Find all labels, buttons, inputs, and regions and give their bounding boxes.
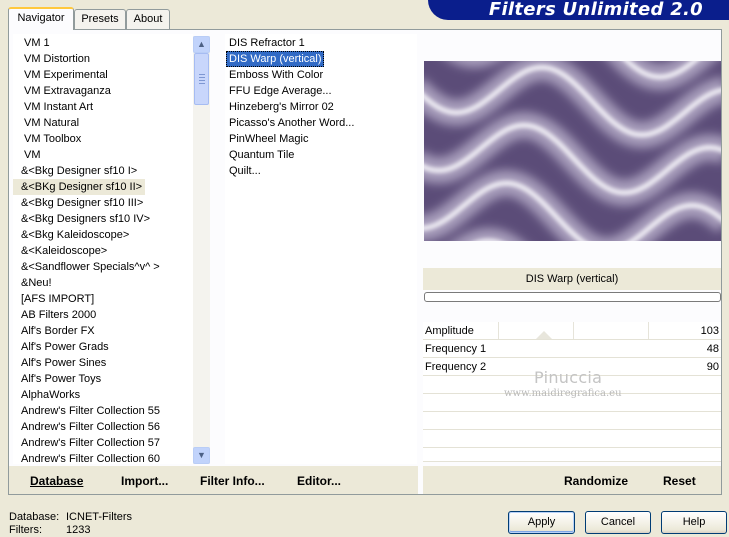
category-item[interactable]: Andrew's Filter Collection 57 <box>13 435 163 451</box>
category-item[interactable]: &<BKg Designer sf10 II> <box>13 179 146 195</box>
reset-button[interactable]: Reset <box>663 474 696 488</box>
category-item[interactable]: Alf's Power Grads <box>13 339 112 355</box>
param-value: 48 <box>706 343 719 355</box>
param-row-empty <box>423 448 721 462</box>
warp-preview-graphic <box>424 61 721 241</box>
category-item[interactable]: Alf's Border FX <box>13 323 98 339</box>
category-item[interactable]: Andrew's Filter Collection 56 <box>13 419 163 435</box>
category-item[interactable]: Alf's Power Toys <box>13 371 104 387</box>
tab-about[interactable]: About <box>126 9 170 29</box>
app-title-banner: Filters Unlimited 2.0 <box>428 0 729 20</box>
category-item[interactable]: VM Natural <box>13 115 82 131</box>
category-item[interactable]: &<Bkg Designers sf10 IV> <box>13 211 153 227</box>
param-row-empty <box>423 430 721 448</box>
tab-navigator[interactable]: Navigator <box>8 7 74 30</box>
param-value: 90 <box>706 361 719 373</box>
filter-item[interactable]: FFU Edge Average... <box>226 83 334 99</box>
param-label: Frequency 2 <box>425 361 487 373</box>
chevron-down-icon: ▼ <box>197 450 206 460</box>
category-item[interactable]: &<Bkg Designer sf10 I> <box>13 163 140 179</box>
category-item[interactable]: VM Experimental <box>13 67 111 83</box>
param-label: Amplitude <box>425 325 474 337</box>
scroll-down-button[interactable]: ▼ <box>193 447 210 464</box>
category-item[interactable]: Andrew's Filter Collection 60 <box>13 451 163 464</box>
filter-item[interactable]: Picasso's Another Word... <box>226 115 356 131</box>
category-item[interactable]: VM Toolbox <box>13 131 84 147</box>
editor-button[interactable]: Editor... <box>297 474 341 488</box>
category-item[interactable]: AB Filters 2000 <box>13 307 99 323</box>
category-item[interactable]: VM Distortion <box>13 51 93 67</box>
filter-item[interactable]: Hinzeberg's Mirror 02 <box>226 99 336 115</box>
category-item[interactable]: Andrew's Filter Collection 55 <box>13 403 163 419</box>
filter-list[interactable]: DIS Refractor 1 DIS Warp (vertical) Emboss… <box>225 34 417 464</box>
randomize-button[interactable]: Randomize <box>564 474 628 488</box>
filter-info-button[interactable]: Filter Info... <box>200 474 265 488</box>
scroll-up-button[interactable]: ▲ <box>193 36 210 53</box>
apply-button[interactable]: Apply <box>508 511 575 534</box>
filter-item[interactable]: DIS Refractor 1 <box>226 35 307 51</box>
param-row-amplitude[interactable]: Amplitude 103 <box>423 322 721 340</box>
filter-item[interactable]: Quilt... <box>226 163 263 179</box>
watermark-text: Pinuccia <box>534 368 603 387</box>
current-filter-title: DIS Warp (vertical) <box>423 268 721 290</box>
database-button[interactable]: Database <box>30 474 83 488</box>
param-row-frequency-1[interactable]: Frequency 1 48 <box>423 340 721 358</box>
category-item[interactable]: VM Extravaganza <box>13 83 114 99</box>
help-button[interactable]: Help <box>661 511 727 534</box>
category-scrollbar[interactable]: ▲ ▼ <box>193 36 210 464</box>
category-item[interactable]: &<Bkg Designer sf10 III> <box>13 195 146 211</box>
watermark-url: www.maidiregrafica.eu <box>504 388 622 399</box>
category-item[interactable]: Alf's Power Sines <box>13 355 109 371</box>
database-label: Database: <box>9 511 60 523</box>
database-value: ICNET-Filters <box>66 511 132 523</box>
filter-item[interactable]: DIS Warp (vertical) <box>226 51 324 67</box>
category-item[interactable]: &Neu! <box>13 275 55 291</box>
filters-count-label: Filters: <box>9 524 42 536</box>
category-item[interactable]: [AFS IMPORT] <box>13 291 97 307</box>
category-item[interactable]: VM Instant Art <box>13 99 96 115</box>
filter-item[interactable]: Quantum Tile <box>226 147 296 163</box>
filters-count-value: 1233 <box>66 524 91 536</box>
chevron-up-icon: ▲ <box>197 39 206 49</box>
category-item[interactable]: &<Sandflower Specials^v^ > <box>13 259 163 275</box>
param-value: 103 <box>700 325 719 337</box>
scroll-thumb[interactable] <box>194 53 209 105</box>
cancel-button[interactable]: Cancel <box>585 511 651 534</box>
category-item[interactable]: VM <box>13 147 44 163</box>
category-item[interactable]: VM 1 <box>13 35 53 51</box>
category-item[interactable]: AlphaWorks <box>13 387 83 403</box>
category-item[interactable]: &<Bkg Kaleidoscope> <box>13 227 132 243</box>
category-list[interactable]: VM 1 VM Distortion VM Experimental VM Extra… <box>13 34 193 464</box>
filter-item[interactable]: Emboss With Color <box>226 67 325 83</box>
category-item[interactable]: &<Kaleidoscope> <box>13 243 110 259</box>
param-row-empty <box>423 412 721 430</box>
param-label: Frequency 1 <box>425 343 487 355</box>
tab-presets[interactable]: Presets <box>74 9 126 29</box>
progress-bar <box>424 292 721 302</box>
filter-item[interactable]: PinWheel Magic <box>226 131 310 147</box>
import-button[interactable]: Import... <box>121 474 168 488</box>
filter-preview-image <box>424 61 721 241</box>
